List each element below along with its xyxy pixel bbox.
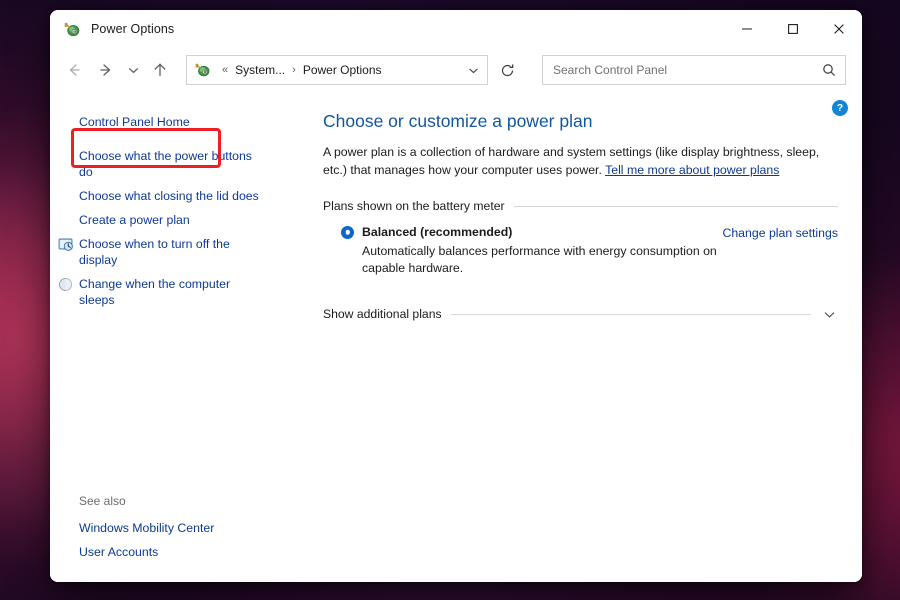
forward-button[interactable] [90,55,122,85]
address-power-plug-icon [195,62,211,78]
search-input[interactable] [553,63,819,77]
show-additional-plans-label[interactable]: Show additional plans [323,307,442,321]
search-icon[interactable] [819,60,839,80]
navigation-toolbar: « System... › Power Options [50,48,862,92]
plan-row-balanced: Balanced (recommended) Automatically bal… [323,225,838,277]
show-additional-plans[interactable]: Show additional plans [323,307,838,321]
window-body: Control Panel Home Choose what the power… [50,92,862,582]
title-bar: Power Options [50,10,862,48]
tell-me-more-link[interactable]: Tell me more about power plans [605,163,779,177]
sidebar-item-turn-off-display-label: Choose when to turn off the display [79,237,230,267]
breadcrumb-overflow[interactable]: « [218,64,232,76]
breadcrumb-separator: › [292,64,296,76]
see-also-windows-mobility-center[interactable]: Windows Mobility Center [50,516,275,540]
address-bar[interactable]: « System... › Power Options [186,55,488,85]
sidebar-item-create-power-plan[interactable]: Create a power plan [50,208,275,232]
maximize-button[interactable] [770,10,816,48]
show-additional-divider [450,313,811,315]
see-also-section: See also Windows Mobility Center User Ac… [50,494,275,582]
intro-paragraph: A power plan is a collection of hardware… [323,144,838,179]
window-controls [724,10,862,48]
sidebar-item-closing-lid[interactable]: Choose what closing the lid does [50,184,275,208]
sidebar: Control Panel Home Choose what the power… [50,92,275,582]
chevron-down-icon[interactable] [461,57,485,83]
sleep-moon-icon [58,277,73,292]
power-options-window: Power Options « System... › Power Option… [50,10,862,582]
plan-name-balanced[interactable]: Balanced (recommended) [362,225,512,239]
sidebar-item-power-buttons[interactable]: Choose what the power buttons do [50,144,275,184]
close-button[interactable] [816,10,862,48]
main-content: Choose or customize a power plan A power… [275,92,862,582]
recent-locations-button[interactable] [122,55,144,85]
plans-section-label: Plans shown on the battery meter [323,199,505,213]
minimize-button[interactable] [724,10,770,48]
plan-main: Balanced (recommended) Automatically bal… [341,225,722,277]
sidebar-item-computer-sleeps-label: Change when the computer sleeps [79,277,231,307]
plan-title-line: Balanced (recommended) [341,225,722,239]
display-timeout-icon [58,237,73,252]
power-plug-icon [64,21,81,38]
title-bar-left: Power Options [50,21,174,38]
back-button[interactable] [58,55,90,85]
refresh-icon[interactable] [492,55,522,85]
search-box[interactable] [542,55,846,85]
sidebar-item-computer-sleeps[interactable]: Change when the computer sleeps [50,272,275,312]
plans-section-header: Plans shown on the battery meter [323,199,838,213]
up-button[interactable] [144,55,176,85]
section-divider [513,205,838,207]
breadcrumb-power-options[interactable]: Power Options [300,61,385,79]
breadcrumb-system[interactable]: System... [232,61,288,79]
see-also-user-accounts[interactable]: User Accounts [50,540,275,564]
plan-description-balanced: Automatically balances performance with … [362,244,717,275]
page-title: Choose or customize a power plan [323,111,593,131]
see-also-title: See also [79,494,126,508]
help-button[interactable]: ? [832,100,848,116]
sidebar-item-turn-off-display[interactable]: Choose when to turn off the display [50,232,275,272]
plan-radio-balanced[interactable] [341,225,354,239]
chevron-down-icon[interactable] [820,308,838,321]
sidebar-item-control-panel-home[interactable]: Control Panel Home [50,110,275,144]
change-plan-settings-link[interactable]: Change plan settings [722,225,838,240]
window-title: Power Options [91,22,175,36]
